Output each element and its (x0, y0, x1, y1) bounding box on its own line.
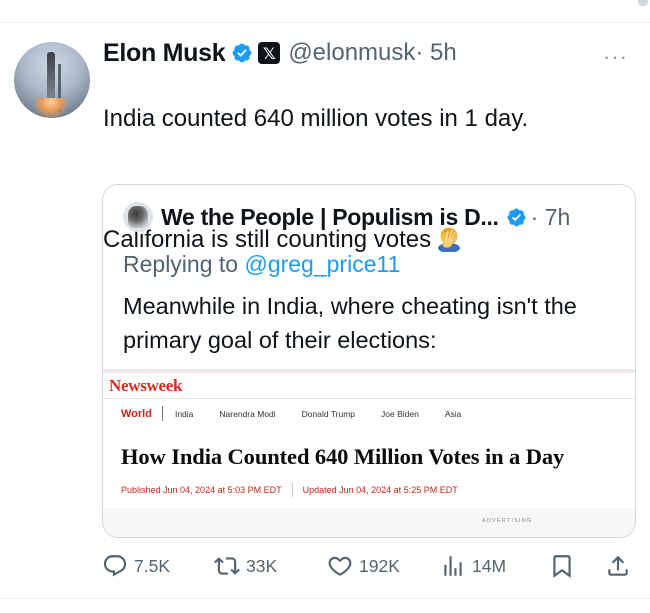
top-separator (0, 22, 650, 23)
card-divider (103, 398, 635, 399)
repost-button[interactable]: 33K (214, 550, 277, 582)
card-dates: Published Jun 04, 2024 at 5:03 PM EDT Up… (121, 483, 458, 497)
share-button[interactable] (605, 550, 637, 582)
share-icon (608, 555, 628, 576)
bookmark-button[interactable] (549, 550, 581, 582)
article-card[interactable]: Newsweek World India Narendra Modi Donal… (103, 369, 635, 537)
tweet-text-line-1: India counted 640 million votes in 1 day… (103, 105, 529, 132)
card-published: Published Jun 04, 2024 at 5:03 PM EDT (121, 485, 282, 495)
heart-icon (328, 556, 352, 576)
card-top-line (103, 370, 635, 373)
bookmark-icon (553, 555, 571, 578)
quoted-tweet[interactable]: We the People | Populism is D... · 7h Re… (102, 184, 636, 538)
card-section: World (121, 407, 152, 420)
card-tag: India (174, 408, 194, 419)
like-count: 192K (359, 555, 400, 576)
card-tag: Donald Trump (301, 408, 356, 419)
card-nav-divider (161, 406, 163, 421)
card-tag: Joe Biden (381, 408, 419, 419)
repost-count: 33K (246, 555, 278, 576)
newsweek-logo: Newsweek (109, 376, 183, 395)
more-options-icon[interactable]: ··· (603, 44, 628, 70)
card-advertising-label: ADVERTISING (482, 518, 533, 524)
author-avatar[interactable] (14, 42, 90, 118)
author-name[interactable]: Elon Musk (103, 39, 226, 68)
reply-icon (103, 555, 127, 577)
x-affiliate-icon[interactable]: 𝕏 (258, 42, 281, 64)
card-tag: Asia (444, 408, 462, 419)
views-button[interactable]: 14M (440, 550, 506, 582)
repost-icon (214, 557, 240, 575)
quoted-author-avatar[interactable] (123, 202, 153, 232)
replying-to-mention[interactable]: @greg_price11 (244, 251, 400, 277)
tweet-header: Elon Musk 𝕏 @elonmusk · 5h (103, 36, 457, 70)
quoted-tweet-header: We the People | Populism is D... · 7h (123, 201, 570, 233)
quoted-tweet-time[interactable]: · 7h (531, 204, 571, 231)
views-count: 14M (472, 555, 507, 576)
quoted-author-name[interactable]: We the People | Populism is D... (161, 204, 499, 231)
replying-to: Replying to @greg_price11 (123, 251, 400, 278)
like-button[interactable]: 192K (327, 550, 400, 582)
card-headline: How India Counted 640 Million Votes in a… (121, 444, 565, 469)
card-tag: Narendra Modi (219, 408, 276, 419)
replying-to-label: Replying to (123, 251, 239, 277)
tweet-time[interactable]: · 5h (415, 39, 456, 67)
author-handle[interactable]: @elonmusk (288, 39, 415, 67)
card-updated: Updated Jun 04, 2024 at 5:25 PM EDT (302, 485, 458, 495)
views-icon (444, 556, 462, 576)
verified-icon[interactable] (231, 42, 253, 64)
top-separator-mark (638, 0, 648, 6)
card-dates-divider (291, 483, 293, 497)
avatar-flame (34, 98, 68, 118)
reply-button[interactable]: 7.5K (102, 550, 170, 582)
card-ad-area (103, 508, 635, 537)
tweet-actions: 7.5K 33K 192K 14M (102, 550, 636, 582)
quoted-tweet-text: Meanwhile in India, where cheating isn't… (123, 293, 577, 353)
card-nav: World India Narendra Modi Donald Trump J… (121, 406, 487, 421)
quoted-verified-icon (507, 208, 526, 226)
reply-count: 7.5K (134, 555, 170, 576)
bottom-separator (0, 598, 650, 599)
